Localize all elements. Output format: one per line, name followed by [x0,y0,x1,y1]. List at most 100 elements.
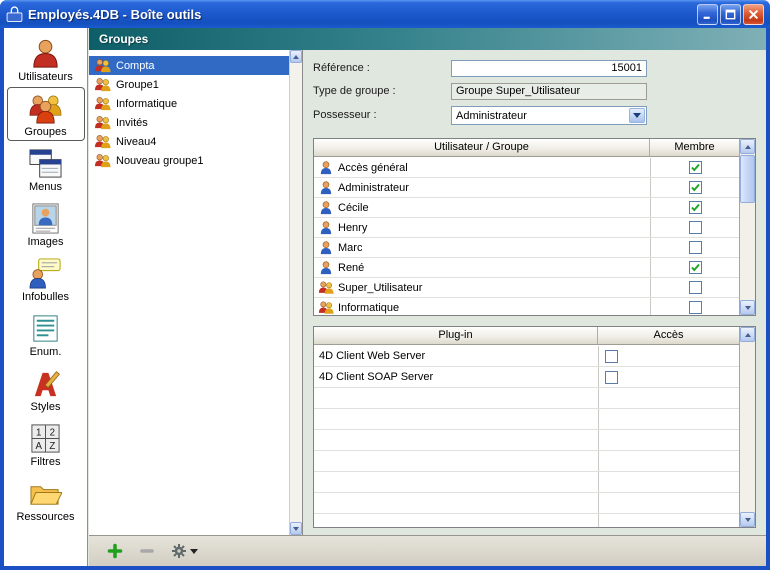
add-group-button[interactable] [107,543,123,559]
sidebar-item-utilisateurs[interactable]: Utilisateurs [7,32,85,86]
group-list-item-groupe1[interactable]: Groupe1 [89,75,289,94]
sidebar-item-infobulles[interactable]: Infobulles [7,252,85,306]
group-type-label: Type de groupe : [313,83,396,100]
sidebar-item-menus[interactable]: Menus [7,142,85,196]
sidebar-item-filtres[interactable]: 12AZFiltres [7,417,85,471]
sidebar-item-ressources[interactable]: Ressources [7,472,85,526]
plugins-column-plugin: Plug-in [314,327,598,344]
group-list-item-compta[interactable]: Compta [89,56,289,75]
member-row-cecile[interactable]: Cécile [314,198,739,218]
member-checkbox[interactable] [689,221,702,234]
plugins-table-header: Plug-in Accès [314,327,739,345]
scroll-up-button[interactable] [740,327,755,342]
group-name: Invités [116,117,148,129]
plugin-empty-row [314,451,739,472]
member-checkbox[interactable] [689,201,702,214]
group-list-scrollbar[interactable] [289,50,302,535]
resources-icon [8,476,84,510]
group-icon [314,280,338,295]
tooltips-icon [8,256,84,290]
member-row-marc[interactable]: Marc [314,238,739,258]
group-name: Groupe1 [116,79,159,91]
owner-select[interactable]: Administrateur [451,106,647,125]
member-name: René [338,262,650,274]
group-list-item-invites[interactable]: Invités [89,113,289,132]
member-row-rene[interactable]: René [314,258,739,278]
plugin-empty-row [314,472,739,493]
combo-dropdown-button[interactable] [629,108,645,123]
reference-label: Référence : [313,60,370,77]
group-icon [94,96,111,111]
plugin-empty-row [314,514,739,527]
members-table: Utilisateur / Groupe Membre Accès généra… [313,138,756,316]
svg-text:A: A [35,441,42,452]
scroll-down-button[interactable] [740,300,755,315]
plugin-empty-row [314,388,739,409]
scroll-down-button[interactable] [290,522,302,535]
member-name: Super_Utilisateur [338,282,650,294]
member-row-informatique[interactable]: Informatique [314,298,739,315]
plugin-empty-row [314,430,739,451]
group-icon [94,153,111,168]
reference-input[interactable]: 15001 [451,60,647,77]
member-name: Marc [338,242,650,254]
plugin-row-4d-client-soap-server[interactable]: 4D Client SOAP Server [314,367,739,388]
groups-icon [8,91,84,125]
group-list: Compta Groupe1 Informatique Invités Niveau4N… [89,50,303,535]
group-actions-button[interactable] [171,543,198,559]
sidebar-item-label: Infobulles [8,291,84,303]
sidebar-item-groupes[interactable]: Groupes [7,87,85,141]
member-checkbox[interactable] [689,261,702,274]
titlebar[interactable]: Employés.4DB - Boîte outils [0,0,770,28]
member-checkbox[interactable] [689,161,702,174]
plugin-access-checkbox[interactable] [605,350,618,363]
plugins-rows: 4D Client Web Server 4D Client SOAP Serve… [314,346,739,527]
member-checkbox[interactable] [689,181,702,194]
user-icon [314,240,338,255]
group-icon [314,300,338,315]
close-button[interactable] [743,4,764,25]
scroll-up-button[interactable] [740,139,755,154]
member-checkbox[interactable] [689,281,702,294]
group-list-item-nouveau-groupe1[interactable]: Nouveau groupe1 [89,151,289,170]
images-icon [8,201,84,235]
group-name: Compta [116,60,155,72]
user-icon [314,220,338,235]
member-row-super-utilisateur[interactable]: Super_Utilisateur [314,278,739,298]
plugin-access-checkbox[interactable] [605,371,618,384]
group-list-item-informatique[interactable]: Informatique [89,94,289,113]
member-checkbox[interactable] [689,241,702,254]
group-icon [94,134,111,149]
member-row-acces-general[interactable]: Accès général [314,158,739,178]
scroll-up-button[interactable] [290,50,302,63]
members-scrollbar[interactable] [739,139,755,315]
group-type-value: Groupe Super_Utilisateur [451,83,647,100]
scroll-down-button[interactable] [740,512,755,527]
group-list-item-niveau4[interactable]: Niveau4 [89,132,289,151]
app-icon [6,6,23,23]
member-row-administrateur[interactable]: Administrateur [314,178,739,198]
user-icon [314,160,338,175]
sidebar-item-enum[interactable]: Enum. [7,307,85,361]
plugins-scrollbar[interactable] [739,327,755,527]
scrollbar-thumb[interactable] [740,155,755,203]
member-checkbox[interactable] [689,301,702,314]
plugin-row-4d-client-web-server[interactable]: 4D Client Web Server [314,346,739,367]
plugin-name: 4D Client SOAP Server [314,371,598,383]
sidebar-item-images[interactable]: Images [7,197,85,251]
remove-group-button[interactable] [139,543,155,559]
member-name: Accès général [338,162,650,174]
plugin-empty-row [314,409,739,430]
sidebar-item-styles[interactable]: Styles [7,362,85,416]
maximize-button[interactable] [720,4,741,25]
sidebar-item-label: Enum. [8,346,84,358]
plugin-name: 4D Client Web Server [314,350,598,362]
member-row-henry[interactable]: Henry [314,218,739,238]
remove-icon [139,543,155,559]
menus-icon [8,146,84,180]
minimize-button[interactable] [697,4,718,25]
window-controls [697,4,764,25]
sidebar-item-label: Ressources [8,511,84,523]
add-icon [107,543,123,559]
sidebar-item-label: Utilisateurs [8,71,84,83]
